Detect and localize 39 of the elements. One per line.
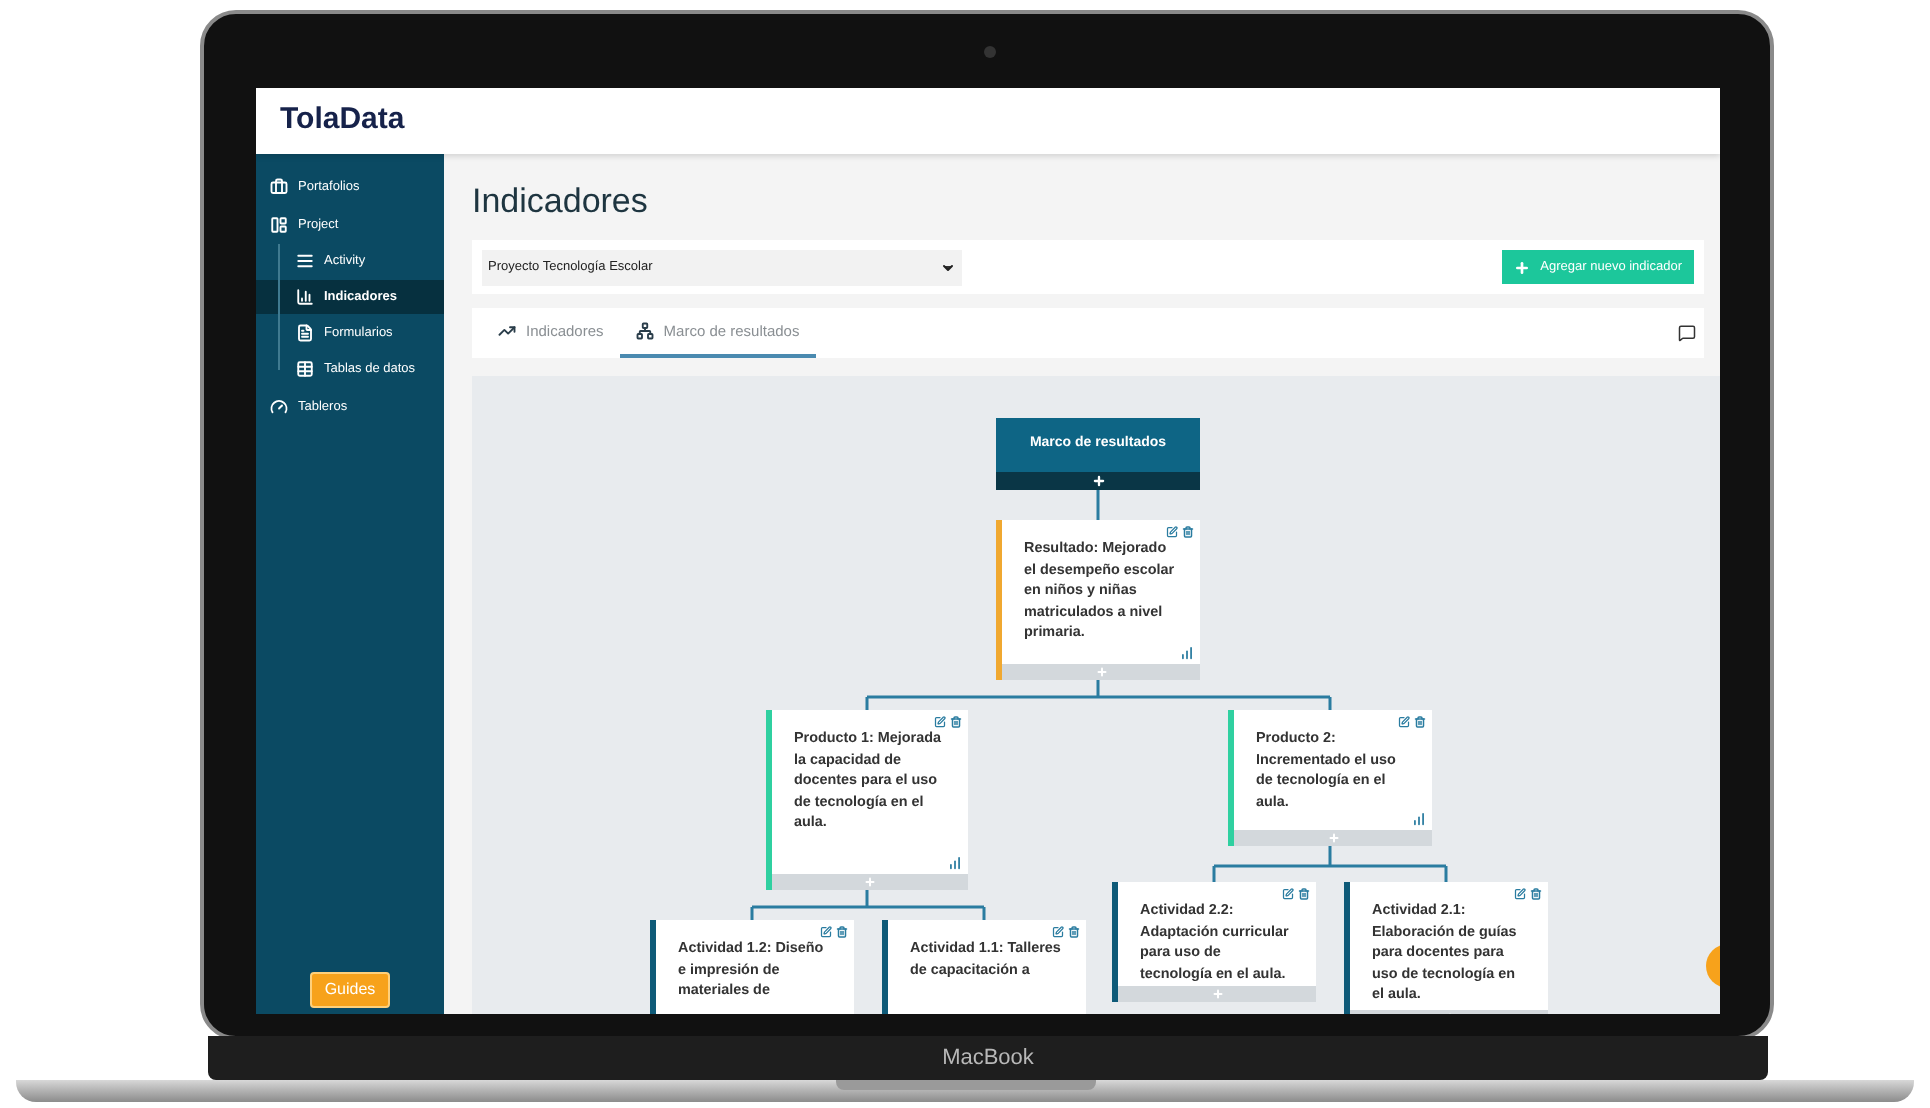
trend-chart-icon: [498, 322, 516, 340]
camera-icon: [984, 46, 996, 58]
plus-icon: [1095, 666, 1107, 678]
edit-icon[interactable]: [934, 716, 946, 728]
document-icon: [296, 324, 314, 342]
edit-icon[interactable]: [1514, 888, 1526, 900]
edit-icon[interactable]: [1052, 926, 1064, 938]
trash-icon[interactable]: [836, 926, 848, 938]
edit-icon[interactable]: [1398, 716, 1410, 728]
bar-chart-icon: [296, 288, 314, 306]
plus-icon: [1211, 988, 1223, 1000]
hierarchy-icon: [635, 322, 654, 340]
trash-icon[interactable]: [1530, 888, 1542, 900]
trash-icon[interactable]: [1298, 888, 1310, 900]
connector-line: [1096, 490, 1100, 520]
briefcase-icon: [270, 178, 288, 196]
plus-icon: [1091, 474, 1105, 488]
dropdown-caret-icon: [940, 259, 956, 275]
plus-icon: [1514, 259, 1531, 275]
feedback-icon[interactable]: [1678, 324, 1696, 342]
plus-icon: [1327, 832, 1339, 844]
chart-icon[interactable]: [948, 856, 962, 870]
table-icon: [296, 360, 314, 378]
edit-icon[interactable]: [820, 926, 832, 938]
device-label: MacBook: [942, 1043, 1034, 1074]
edit-icon[interactable]: [1166, 526, 1178, 538]
edit-icon[interactable]: [1282, 888, 1294, 900]
list-icon: [296, 252, 314, 270]
gauge-icon: [270, 398, 288, 416]
trash-icon[interactable]: [1182, 526, 1194, 538]
page-title: Indicadores: [472, 182, 650, 222]
chart-icon[interactable]: [1180, 646, 1194, 660]
columns-icon: [270, 216, 288, 234]
trash-icon[interactable]: [1068, 926, 1080, 938]
app-logo: TolaData: [280, 100, 405, 141]
chart-icon[interactable]: [1412, 812, 1426, 826]
trash-icon[interactable]: [950, 716, 962, 728]
trash-icon[interactable]: [1414, 716, 1426, 728]
plus-icon: [864, 876, 876, 888]
